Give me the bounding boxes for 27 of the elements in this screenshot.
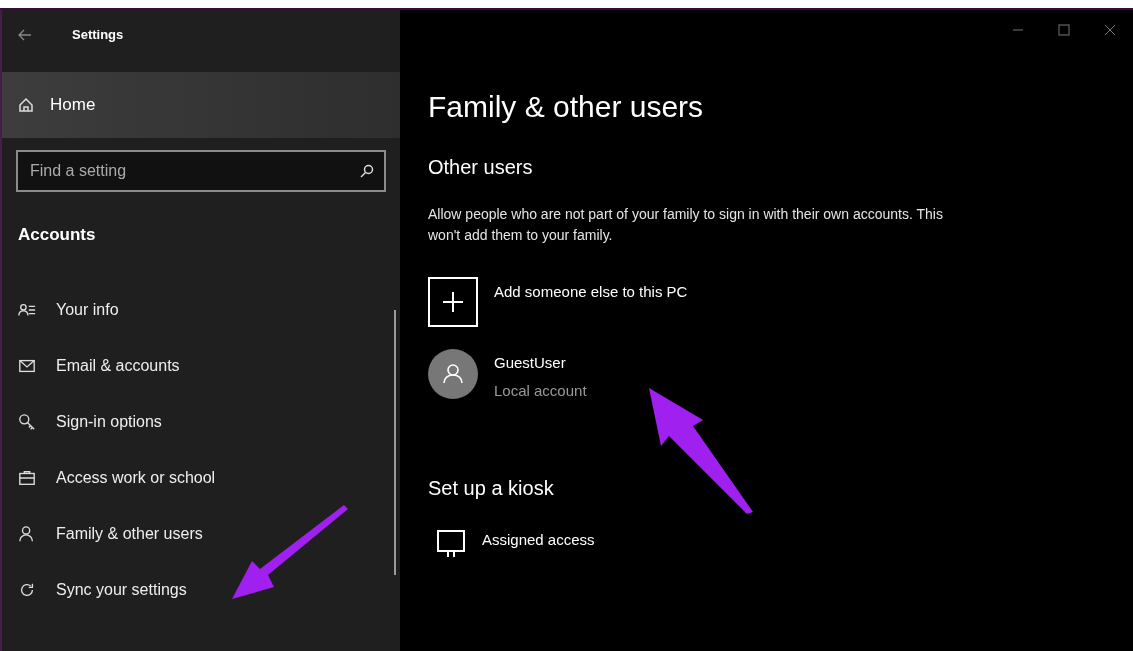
- nav-item[interactable]: Sync your settings: [2, 561, 400, 618]
- home-icon: [18, 97, 34, 113]
- description-text: Allow people who are not part of your family to sign in with their own accounts. This won't add them to your family.: [428, 204, 944, 246]
- assigned-access-link[interactable]: Assigned access: [482, 528, 595, 552]
- back-arrow-icon[interactable]: [18, 29, 32, 41]
- section-heading: Set up a kiosk: [428, 475, 555, 501]
- monitor-icon: [436, 528, 466, 559]
- nav-item[interactable]: Family & other users: [2, 505, 400, 562]
- avatar-icon[interactable]: [428, 348, 478, 399]
- nav-item[interactable]: Access work or school: [2, 449, 400, 506]
- nav-item[interactable]: Your info: [2, 281, 400, 338]
- plus-icon: [428, 276, 478, 327]
- section-heading: Other users: [428, 154, 534, 180]
- nav-item[interactable]: Email & accounts: [2, 337, 400, 394]
- search-field[interactable]: Find a setting: [16, 150, 386, 192]
- add-user-button[interactable]: Add someone else to this PC: [428, 276, 1105, 327]
- account-type: Local account: [494, 381, 587, 402]
- scrollbar-icon: [394, 310, 396, 575]
- section-heading: Accounts: [17, 224, 97, 246]
- briefcase-icon: [18, 468, 36, 487]
- page-title: Family & other users: [428, 89, 705, 125]
- key-icon: [18, 412, 36, 431]
- window-title: Settings: [72, 26, 124, 45]
- home-nav-item[interactable]: Home: [2, 72, 400, 138]
- search-icon[interactable]: [360, 164, 374, 178]
- user-name: GuestUser: [494, 352, 567, 373]
- person-icon: [18, 524, 36, 543]
